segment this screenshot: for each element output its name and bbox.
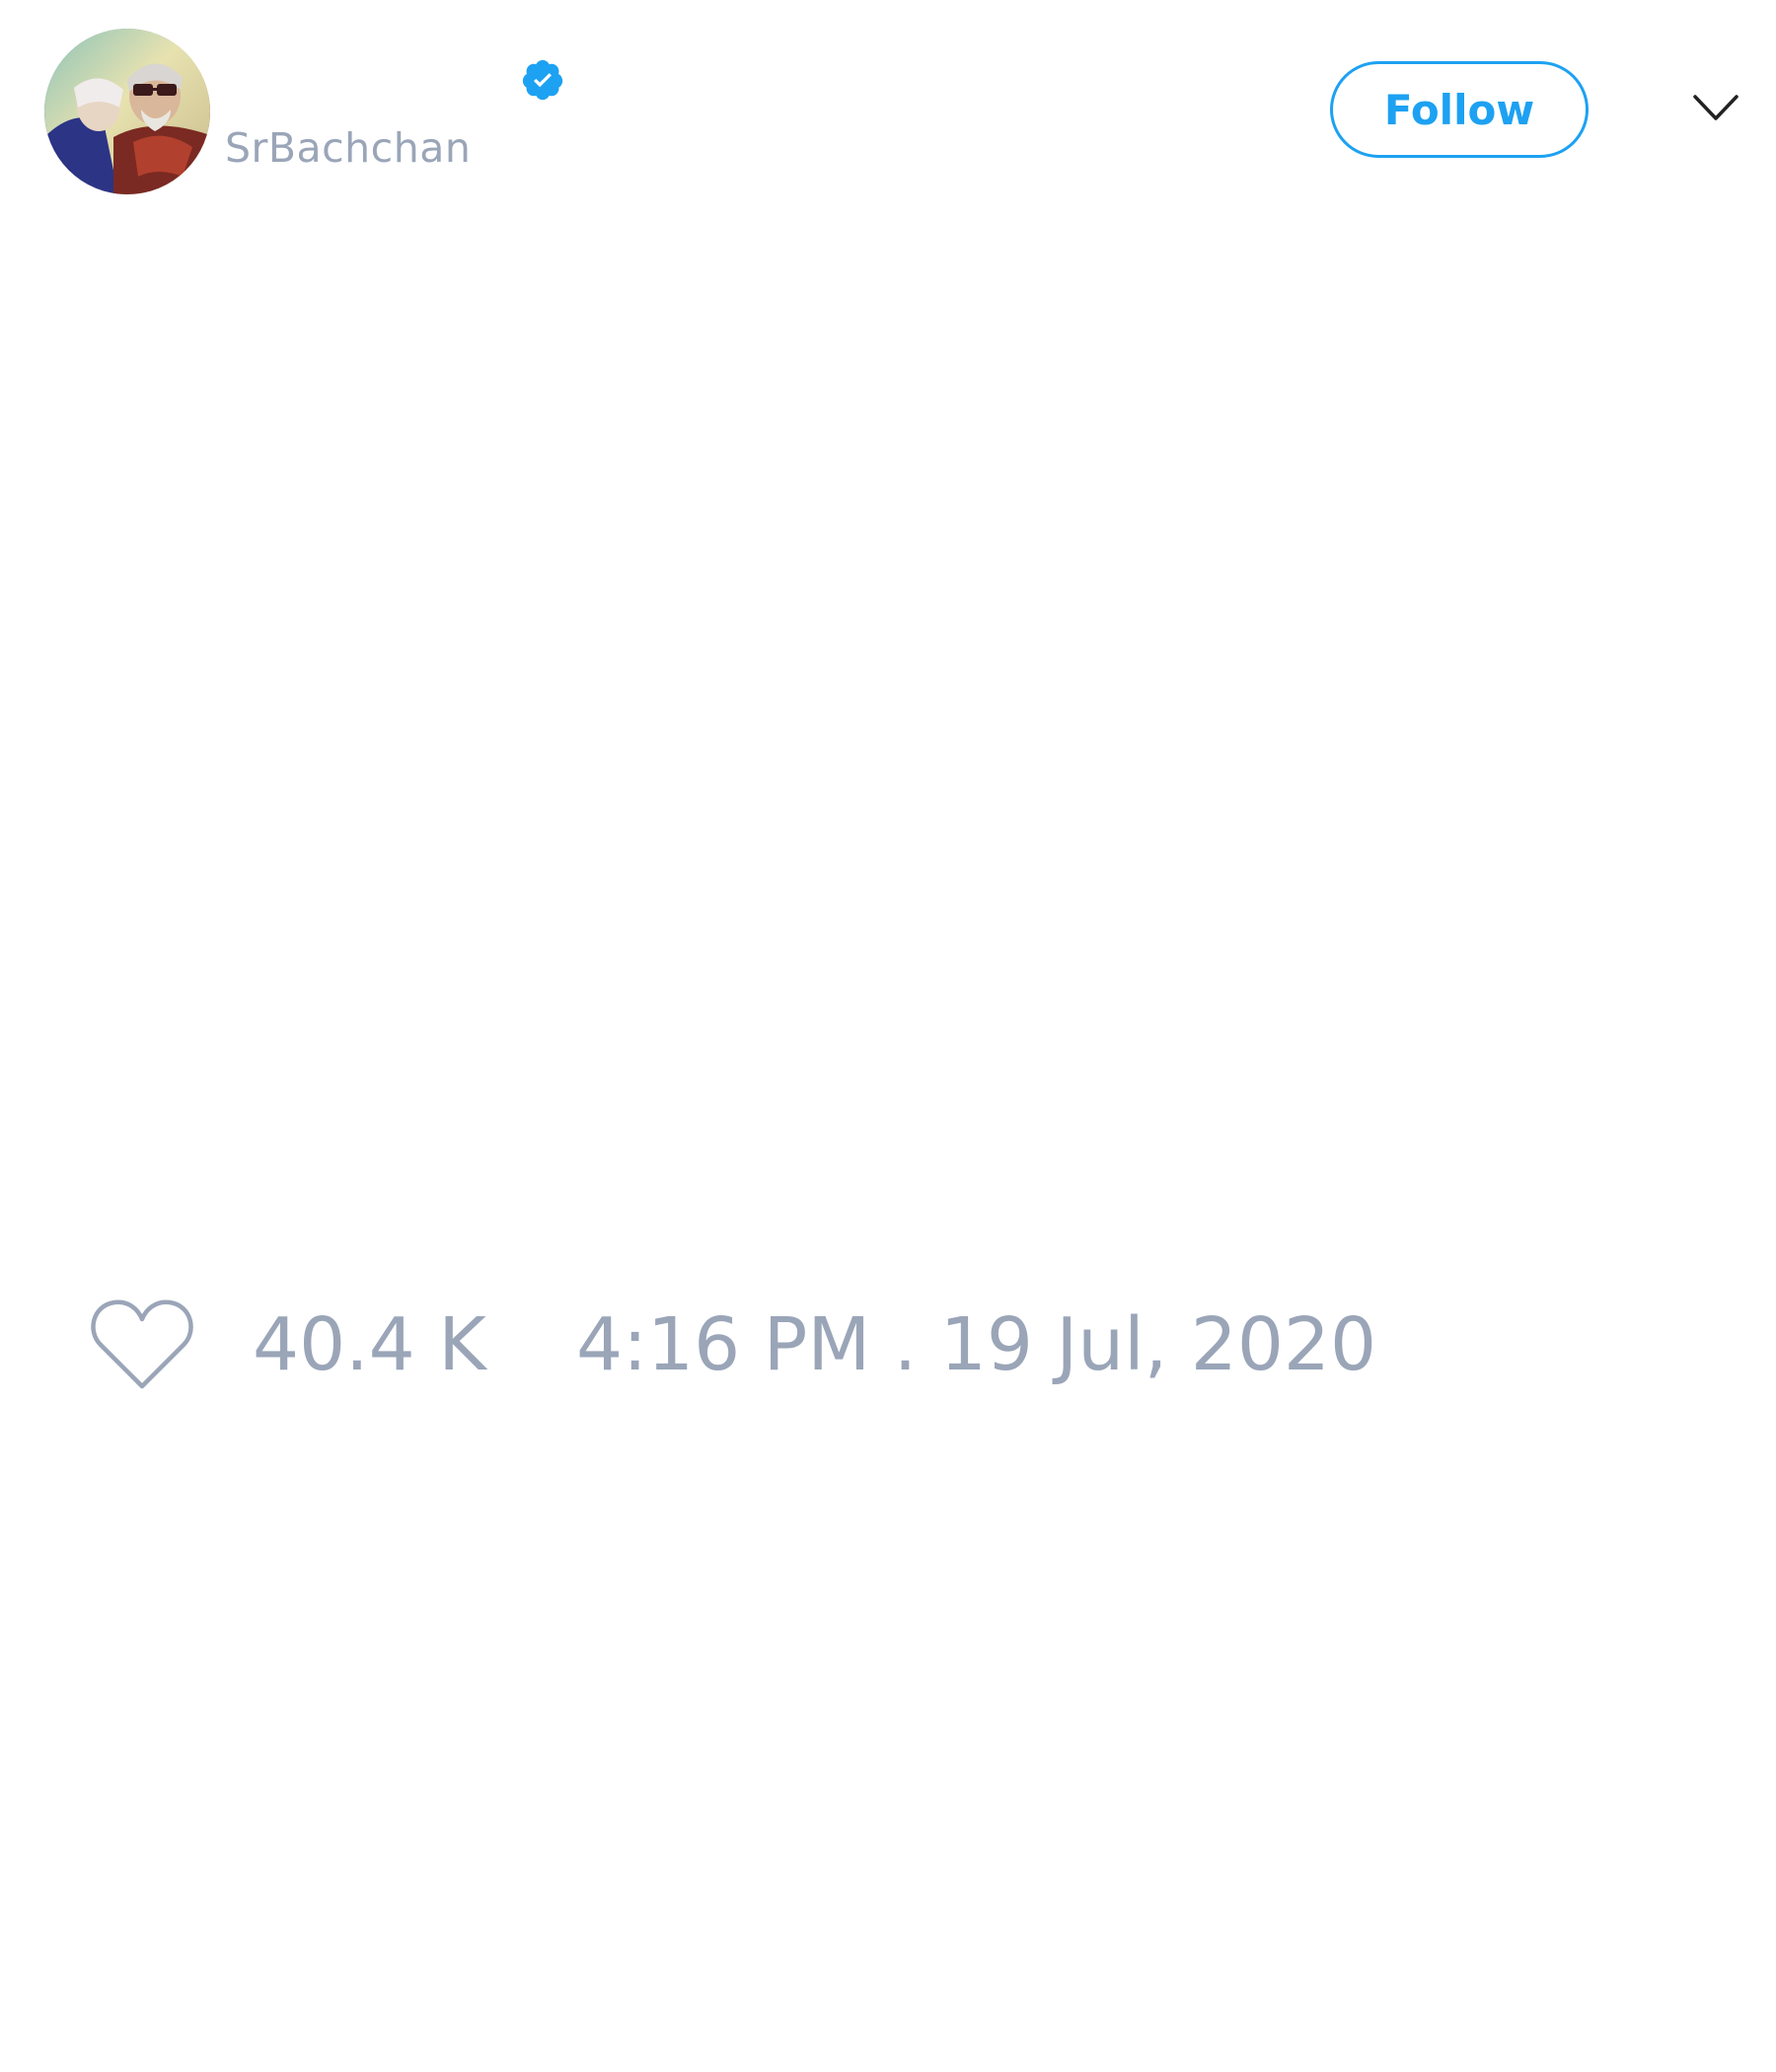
- chevron-down-icon[interactable]: [1693, 93, 1739, 122]
- author-handle[interactable]: SrBachchan: [225, 124, 471, 172]
- tweet-card: SrBachchan Follow 40.4 K 4:16 PM . 19 Ju…: [0, 0, 1776, 2072]
- follow-button[interactable]: Follow: [1330, 61, 1589, 158]
- heart-icon[interactable]: [89, 1297, 195, 1390]
- author-avatar[interactable]: [44, 29, 210, 194]
- avatar-photo: [44, 29, 210, 194]
- tweet-timestamp[interactable]: 4:16 PM . 19 Jul, 2020: [576, 1300, 1376, 1389]
- verified-badge-icon: [522, 59, 563, 101]
- like-count: 40.4 K: [253, 1302, 486, 1387]
